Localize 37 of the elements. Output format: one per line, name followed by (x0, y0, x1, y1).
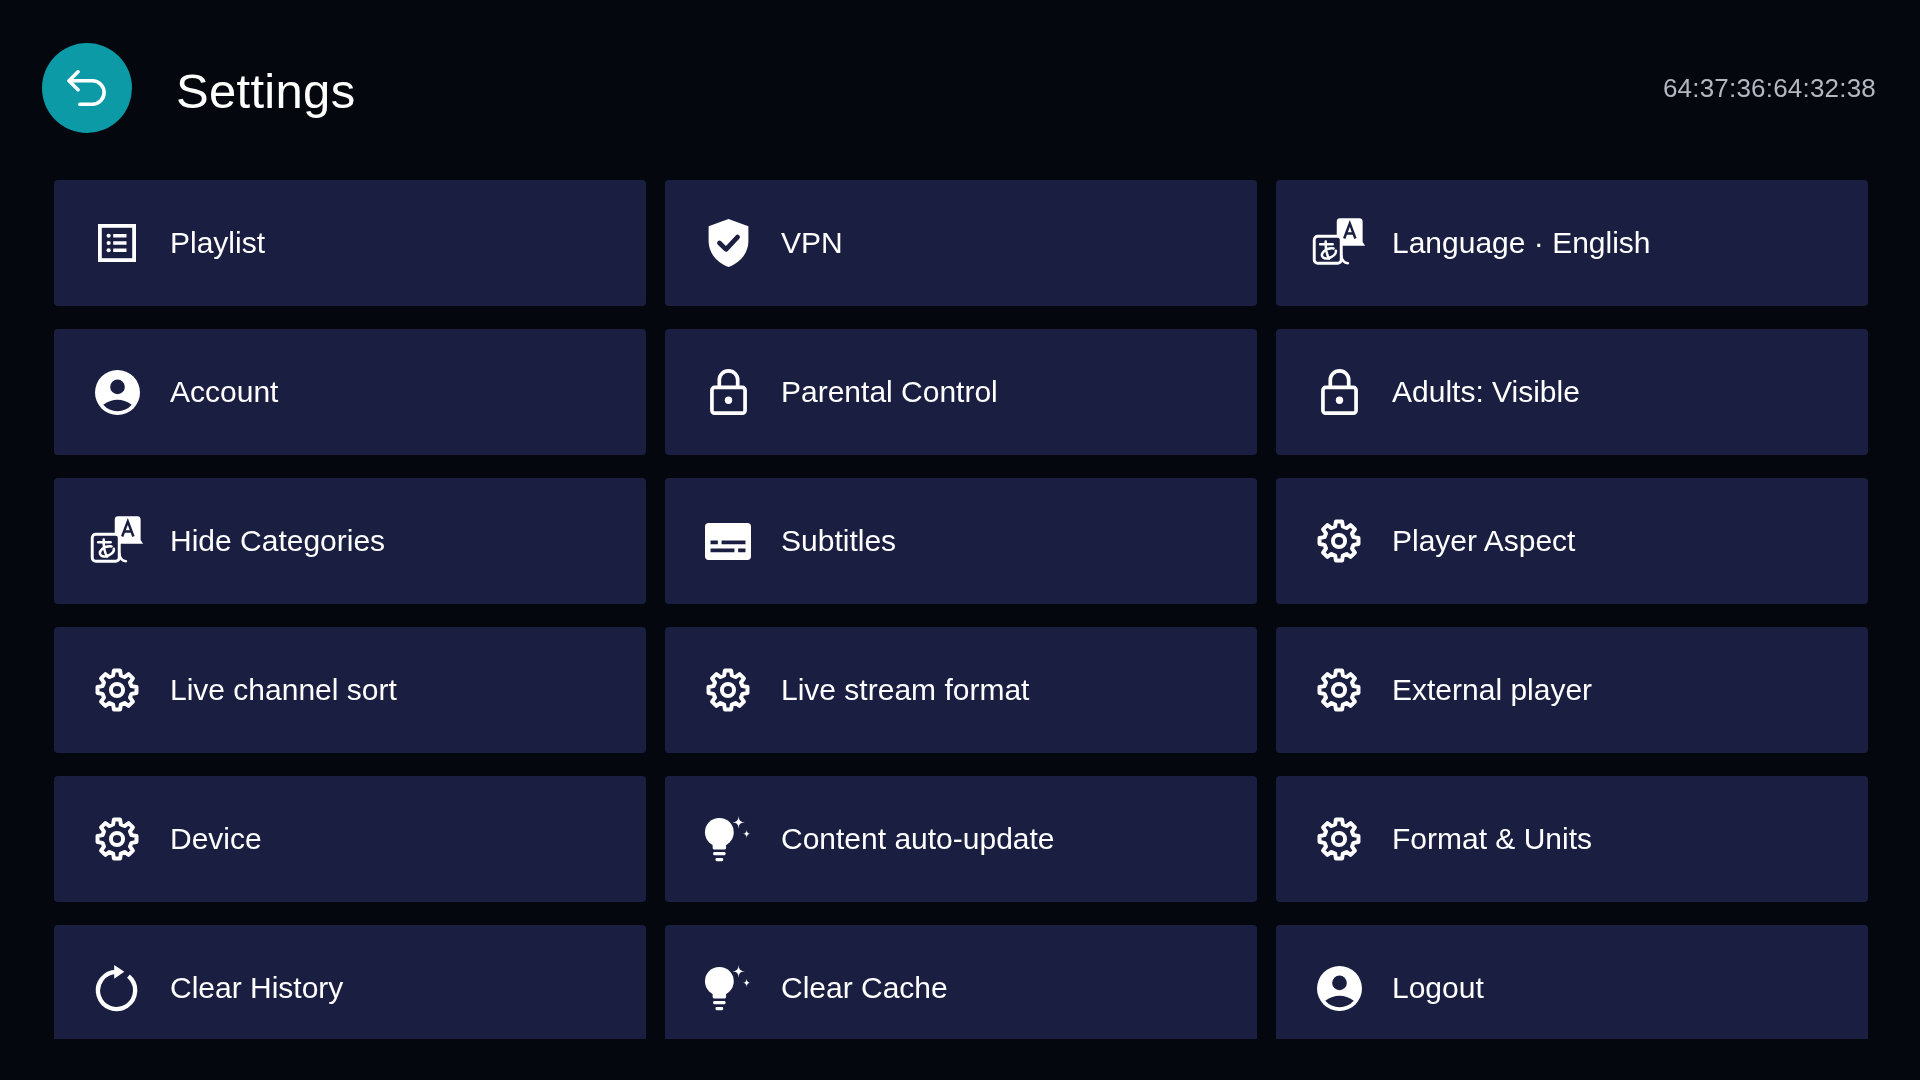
gear-icon (706, 668, 750, 712)
settings-option-button[interactable]: External player (1276, 627, 1868, 753)
gear-icon (1317, 519, 1361, 563)
lock-icon (1320, 369, 1358, 415)
gear-icon (1317, 668, 1361, 712)
user-circle-icon (94, 369, 140, 415)
settings-option-button[interactable]: Parental Control (665, 329, 1257, 455)
settings-option-button[interactable]: Account (54, 329, 646, 455)
lock-icon (709, 369, 747, 415)
settings-option-button[interactable]: Playlist (54, 180, 646, 306)
clock: 64:37:36:64:32:38 (1662, 72, 1876, 104)
gear-icon (1317, 817, 1361, 861)
lightbulb-sparkle-icon (704, 815, 752, 863)
settings-option-button[interactable]: Hide Categories (54, 478, 646, 604)
settings-option-button[interactable]: Language · English (1276, 180, 1868, 306)
refresh-icon (94, 964, 140, 1012)
back-arrow-icon (67, 70, 107, 106)
subtitles-icon (705, 522, 751, 560)
settings-option-button[interactable]: Logout (1276, 925, 1868, 1039)
settings-option-button[interactable]: Live channel sort (54, 627, 646, 753)
user-circle-icon (1316, 965, 1362, 1011)
page-title: Settings (176, 63, 356, 119)
settings-option-button[interactable]: Device (54, 776, 646, 902)
lightbulb-sparkle-icon (704, 964, 752, 1012)
list-icon (98, 224, 136, 262)
shield-check-icon (707, 218, 749, 268)
settings-option-button[interactable]: VPN (665, 180, 1257, 306)
gear-icon (95, 668, 139, 712)
settings-option-button[interactable]: Content auto-update (665, 776, 1257, 902)
settings-option-button[interactable]: Format & Units (1276, 776, 1868, 902)
settings-option-button[interactable]: Subtitles (665, 478, 1257, 604)
settings-option-button[interactable]: Player Aspect (1276, 478, 1868, 604)
settings-option-button[interactable]: Clear Cache (665, 925, 1257, 1039)
settings-option-button[interactable]: Clear History (54, 925, 646, 1039)
gear-icon (95, 817, 139, 861)
settings-option-button[interactable]: Live stream format (665, 627, 1257, 753)
settings-option-button[interactable]: Adults: Visible (1276, 329, 1868, 455)
